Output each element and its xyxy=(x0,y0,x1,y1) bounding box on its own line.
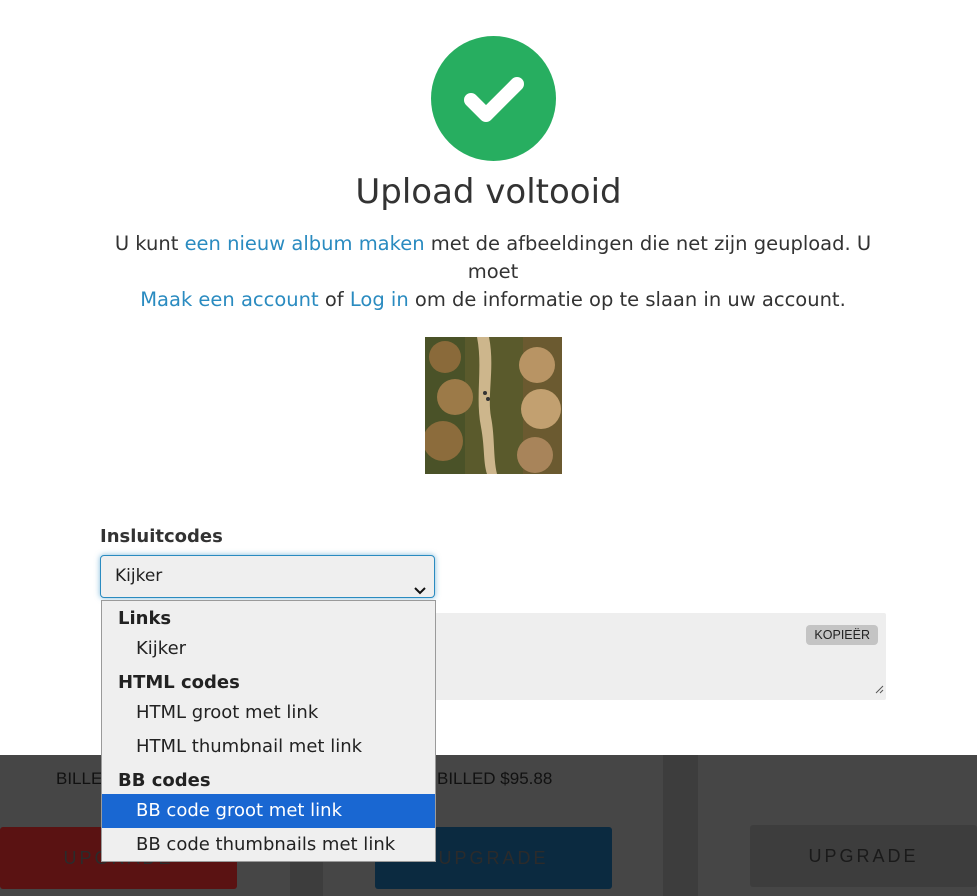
upload-intro-text: U kunt een nieuw album maken met de afbe… xyxy=(90,230,896,314)
create-account-link[interactable]: Maak een account xyxy=(140,288,318,311)
create-album-link[interactable]: een nieuw album maken xyxy=(185,232,425,255)
upgrade-button[interactable]: UPGRADE xyxy=(750,825,977,887)
option-group-links: Links xyxy=(118,608,172,629)
success-check-icon xyxy=(431,36,556,161)
embed-code-select[interactable]: Kijker xyxy=(100,555,435,598)
option-group-html-codes: HTML codes xyxy=(118,672,240,693)
intro-text-part: U kunt xyxy=(114,232,185,255)
login-link[interactable]: Log in xyxy=(350,288,409,311)
uploaded-image-thumbnail[interactable] xyxy=(425,337,562,474)
embed-code-dropdown-list[interactable]: Links Kijker HTML codes HTML groot met l… xyxy=(101,600,436,862)
billed-price-label: BILLED $95.88 xyxy=(437,769,553,788)
intro-text-part: met de afbeeldingen die net zijn geuploa… xyxy=(424,232,872,283)
option-bb-large-link[interactable]: BB code groot met link xyxy=(102,794,435,828)
billed-price-label: BILLE xyxy=(56,769,103,788)
intro-text-part: of xyxy=(318,288,350,311)
option-viewer[interactable]: Kijker xyxy=(102,632,435,666)
intro-text-part: om de informatie op te slaan in uw accou… xyxy=(408,288,846,311)
option-group-bb-codes: BB codes xyxy=(118,770,211,791)
option-bb-thumbnails-link[interactable]: BB code thumbnails met link xyxy=(102,828,435,862)
copy-button[interactable]: KOPIEËR xyxy=(806,625,878,645)
embed-codes-label: Insluitcodes xyxy=(100,526,223,547)
upload-complete-page: Upload voltooid U kunt een nieuw album m… xyxy=(0,0,977,896)
option-html-thumbnail-link[interactable]: HTML thumbnail met link xyxy=(102,730,435,764)
embed-code-select-value: Kijker xyxy=(115,566,163,586)
option-html-large-link[interactable]: HTML groot met link xyxy=(102,696,435,730)
page-title: Upload voltooid xyxy=(355,172,622,212)
resize-grip-icon[interactable] xyxy=(874,679,884,698)
